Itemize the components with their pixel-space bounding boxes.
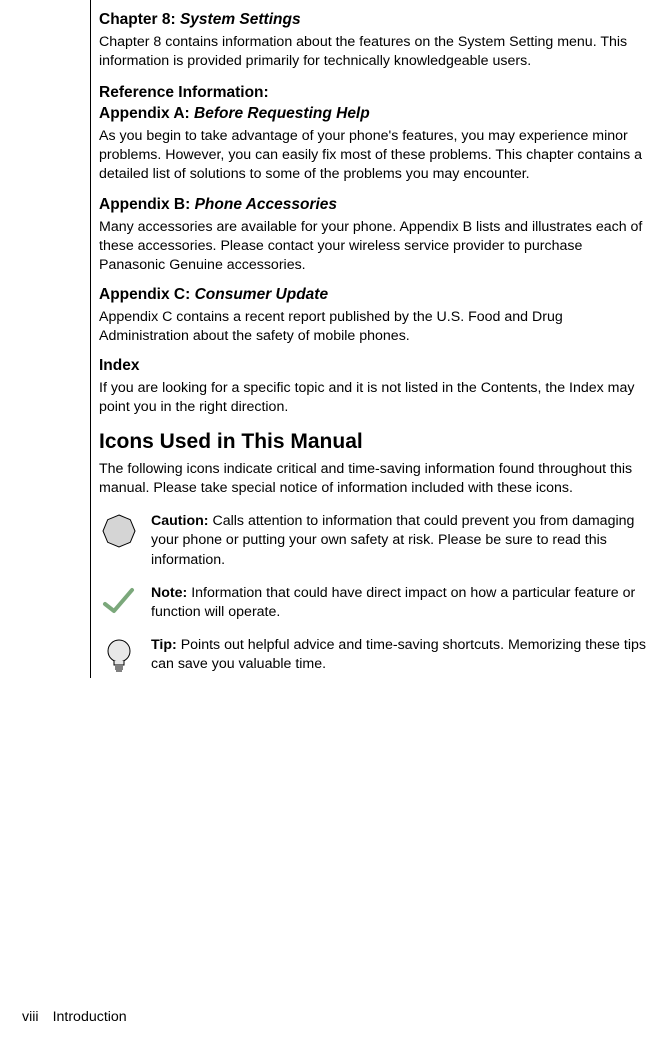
- caution-label: Caution:: [151, 513, 209, 529]
- heading-prefix: Appendix C:: [99, 286, 195, 303]
- note-desc: Information that could have direct impac…: [151, 585, 635, 620]
- caution-desc: Calls attention to information that coul…: [151, 513, 634, 567]
- icons-section-heading: Icons Used in This Manual: [99, 428, 650, 456]
- chapter8-body: Chapter 8 contains information about the…: [99, 33, 650, 71]
- appendixC-body: Appendix C contains a recent report publ…: [99, 308, 650, 346]
- heading-italic: Phone Accessories: [195, 196, 337, 213]
- tip-text: Tip: Points out helpful advice and time-…: [151, 636, 650, 674]
- appendixA-heading: Appendix A: Before Requesting Help: [99, 104, 650, 125]
- heading-italic: Consumer Update: [195, 286, 329, 303]
- tip-desc: Points out helpful advice and time-savin…: [151, 637, 646, 672]
- page-footer: viii Introduction: [22, 1008, 127, 1027]
- index-body: If you are looking for a specific topic …: [99, 379, 650, 417]
- appendixA-body: As you begin to take advantage of your p…: [99, 127, 650, 185]
- caution-icon: [99, 512, 139, 548]
- heading-italic: Before Requesting Help: [194, 105, 370, 122]
- appendixB-heading: Appendix B: Phone Accessories: [99, 195, 650, 216]
- chapter8-heading: Chapter 8: System Settings: [99, 10, 650, 31]
- appendixC-heading: Appendix C: Consumer Update: [99, 285, 650, 306]
- note-row: Note: Information that could have direct…: [99, 584, 650, 622]
- footer-title: Introduction: [53, 1009, 127, 1025]
- heading-italic: System Settings: [180, 11, 301, 28]
- caution-text: Caution: Calls attention to information …: [151, 512, 650, 570]
- page-number: viii: [22, 1009, 39, 1025]
- tip-icon: [99, 636, 139, 678]
- heading-prefix: Chapter 8:: [99, 11, 180, 28]
- appendixB-body: Many accessories are available for your …: [99, 218, 650, 276]
- heading-prefix: Appendix A:: [99, 105, 194, 122]
- note-label: Note:: [151, 585, 187, 601]
- index-heading: Index: [99, 356, 650, 377]
- refinfo-line1: Reference Information:: [99, 83, 650, 104]
- caution-row: Caution: Calls attention to information …: [99, 512, 650, 570]
- icons-section-intro: The following icons indicate critical an…: [99, 460, 650, 498]
- note-text: Note: Information that could have direct…: [151, 584, 650, 622]
- note-icon: [99, 584, 139, 616]
- heading-prefix: Appendix B:: [99, 196, 195, 213]
- tip-label: Tip:: [151, 637, 177, 653]
- tip-row: Tip: Points out helpful advice and time-…: [99, 636, 650, 678]
- page-content: Chapter 8: System Settings Chapter 8 con…: [90, 0, 660, 678]
